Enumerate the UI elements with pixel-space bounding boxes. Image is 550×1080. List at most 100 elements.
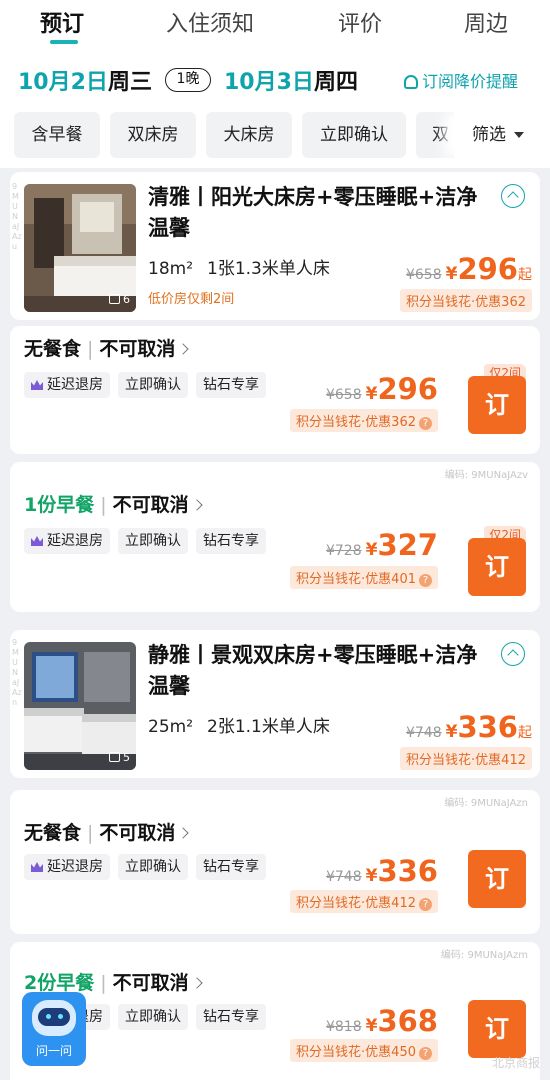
assistant-label: 问一问	[35, 1044, 72, 1058]
tag-diamond: 钻石专享	[196, 1004, 266, 1030]
currency-symbol: ¥	[365, 540, 378, 560]
crown-icon	[31, 862, 43, 872]
robot-eye	[46, 1014, 51, 1019]
tag-instant-confirm: 立即确认	[118, 528, 188, 554]
plan-price: ¥658 ¥296	[326, 372, 438, 406]
filter-chip-twin[interactable]: 双床房	[110, 112, 196, 158]
tab-booking[interactable]: 预订	[40, 6, 84, 38]
watermark: 北京商报	[491, 1056, 540, 1070]
nights-badge: 1晚	[165, 68, 211, 92]
tag-diamond: 钻石专享	[196, 528, 266, 554]
filter-chip-breakfast[interactable]: 含早餐	[14, 112, 100, 158]
question-icon[interactable]: ?	[419, 574, 432, 587]
side-code: 9MUNaJAzn	[12, 638, 22, 707]
tab-reviews[interactable]: 评价	[338, 6, 382, 38]
rate-plan-card[interactable]: 编码: 9MUNaJAzm 2份早餐|不可取消 延迟退房立即确认钻石专享 ¥81…	[10, 942, 540, 1080]
rate-plan-card[interactable]: 编码: 9MUNaJAzv 1份早餐 | 不可取消 延迟退房 立即确认 钻石专享 ¥72…	[10, 462, 540, 612]
book-button[interactable]: 订	[468, 538, 526, 596]
book-button[interactable]: 订	[468, 1000, 526, 1058]
book-button[interactable]: 订	[468, 850, 526, 908]
price-alert-link[interactable]: 订阅降价提醒	[404, 68, 518, 92]
rate-plan-card[interactable]: 编码: 9MUNaJAzn 无餐食 | 不可取消 延迟退房 立即确认 钻石专享 ¥748…	[10, 790, 540, 934]
filter-chip-king[interactable]: 大床房	[206, 112, 292, 158]
plan-price: ¥818 ¥368	[326, 1004, 438, 1038]
collapse-chevron-icon[interactable]	[501, 184, 525, 208]
crown-icon	[31, 536, 43, 546]
plan-code: 编码: 9MUNaJAzv	[444, 470, 528, 481]
price-value: 296	[377, 372, 438, 406]
rate-plan-card[interactable]: 无餐食 | 不可取消 延迟退房 立即确认 钻石专享 ¥658 ¥296 积分当钱花·优惠3…	[10, 326, 540, 454]
room-price: ¥658 ¥296起	[406, 252, 532, 286]
low-stock-note: 低价房仅剩2间	[148, 292, 235, 307]
meal-label: 2份早餐	[24, 972, 95, 994]
room-photo[interactable]: 5	[24, 642, 136, 770]
checkout-date[interactable]: 10月3日	[224, 64, 314, 96]
tag-late-checkout: 延迟退房	[24, 854, 110, 880]
cancel-policy: 不可取消	[99, 338, 176, 360]
points-discount: 积分当钱花·优惠362?	[290, 409, 438, 432]
caret-down-icon	[514, 132, 524, 138]
price-value: 296	[457, 252, 518, 286]
room-bed: 1张1.3米单人床	[207, 259, 330, 279]
plan-title[interactable]: 2份早餐 | 不可取消	[24, 968, 203, 995]
room-card[interactable]: 9MUNaJAzu 6 清雅丨阳光大床房+零压睡眠+洁净温馨 18m² 1张1.3…	[10, 172, 540, 320]
plan-tags: 延迟退房立即确认钻石专享	[24, 528, 274, 554]
top-tab-bar: 预订 入住须知 评价 周边	[0, 0, 550, 52]
checkin-weekday: 周三	[108, 70, 153, 95]
chevron-right-icon	[190, 499, 203, 511]
price-alert-label: 订阅降价提醒	[422, 72, 519, 91]
plan-price: ¥748 ¥336	[326, 854, 438, 888]
question-icon[interactable]: ?	[419, 1047, 432, 1060]
cancel-policy: 不可取消	[112, 494, 189, 516]
room-bed: 2张1.1米单人床	[207, 717, 330, 737]
points-label: 积分当钱花·优惠412	[296, 896, 416, 911]
robot-eye	[58, 1014, 63, 1019]
chevron-right-icon	[177, 827, 190, 839]
tab-nearby[interactable]: 周边	[464, 6, 508, 38]
price-suffix: 起	[518, 267, 532, 283]
bell-icon	[404, 75, 418, 89]
price-value: 336	[457, 710, 518, 744]
points-label: 积分当钱花·优惠412	[400, 747, 532, 770]
original-price: ¥658	[405, 267, 442, 283]
plan-title[interactable]: 无餐食 | 不可取消	[24, 334, 190, 361]
currency-symbol: ¥	[365, 866, 378, 886]
photo-count-badge: 5	[109, 751, 130, 764]
original-price: ¥658	[325, 387, 362, 403]
image-icon	[109, 294, 120, 304]
price-suffix: 起	[518, 725, 532, 741]
room-photo[interactable]: 6	[24, 184, 136, 312]
tag-instant-confirm: 立即确认	[118, 1004, 188, 1030]
room-spec: 25m² 2张1.1米单人床	[148, 712, 344, 737]
meal-label: 无餐食	[24, 338, 82, 360]
date-selector[interactable]: 10月2日 周三 1晚 10月3日 周四 订阅降价提醒	[0, 52, 550, 102]
points-label: 积分当钱花·优惠401	[296, 572, 416, 587]
collapse-chevron-icon[interactable]	[501, 642, 525, 666]
filter-chip-instant[interactable]: 立即确认	[302, 112, 406, 158]
price-value: 368	[377, 1004, 438, 1038]
tag-instant-confirm: 立即确认	[118, 372, 188, 398]
checkout-weekday: 周四	[314, 70, 359, 95]
cancel-policy: 不可取消	[99, 822, 176, 844]
cancel-policy: 不可取消	[112, 972, 189, 994]
currency-symbol: ¥	[445, 722, 458, 742]
book-button[interactable]: 订	[468, 376, 526, 434]
question-icon[interactable]: ?	[419, 417, 432, 430]
room-area: 18m²	[148, 259, 194, 279]
filter-button[interactable]: 筛选	[454, 112, 550, 158]
question-icon[interactable]: ?	[419, 898, 432, 911]
plan-title[interactable]: 无餐食 | 不可取消	[24, 818, 190, 845]
photo-count: 5	[123, 751, 130, 764]
plan-tags: 延迟退房立即确认钻石专享	[24, 372, 274, 398]
room-card[interactable]: 9MUNaJAzn 5 静雅丨景观双床房+零压睡眠+洁净温馨 25m² 2张1.1…	[10, 630, 540, 778]
points-label: 积分当钱花·优惠450	[296, 1045, 416, 1060]
plan-title[interactable]: 1份早餐 | 不可取消	[24, 490, 203, 517]
points-discount: 积分当钱花·优惠450?	[290, 1039, 438, 1062]
points-discount: 积分当钱花·优惠412?	[290, 890, 438, 913]
tab-checkin-notice[interactable]: 入住须知	[166, 6, 254, 38]
room-name: 静雅丨景观双床房+零压睡眠+洁净温馨	[148, 643, 478, 698]
assistant-button[interactable]: 问一问	[22, 992, 86, 1066]
price-value: 327	[377, 528, 438, 562]
checkin-date[interactable]: 10月2日	[18, 64, 108, 96]
plan-price: ¥728 ¥327	[326, 528, 438, 562]
